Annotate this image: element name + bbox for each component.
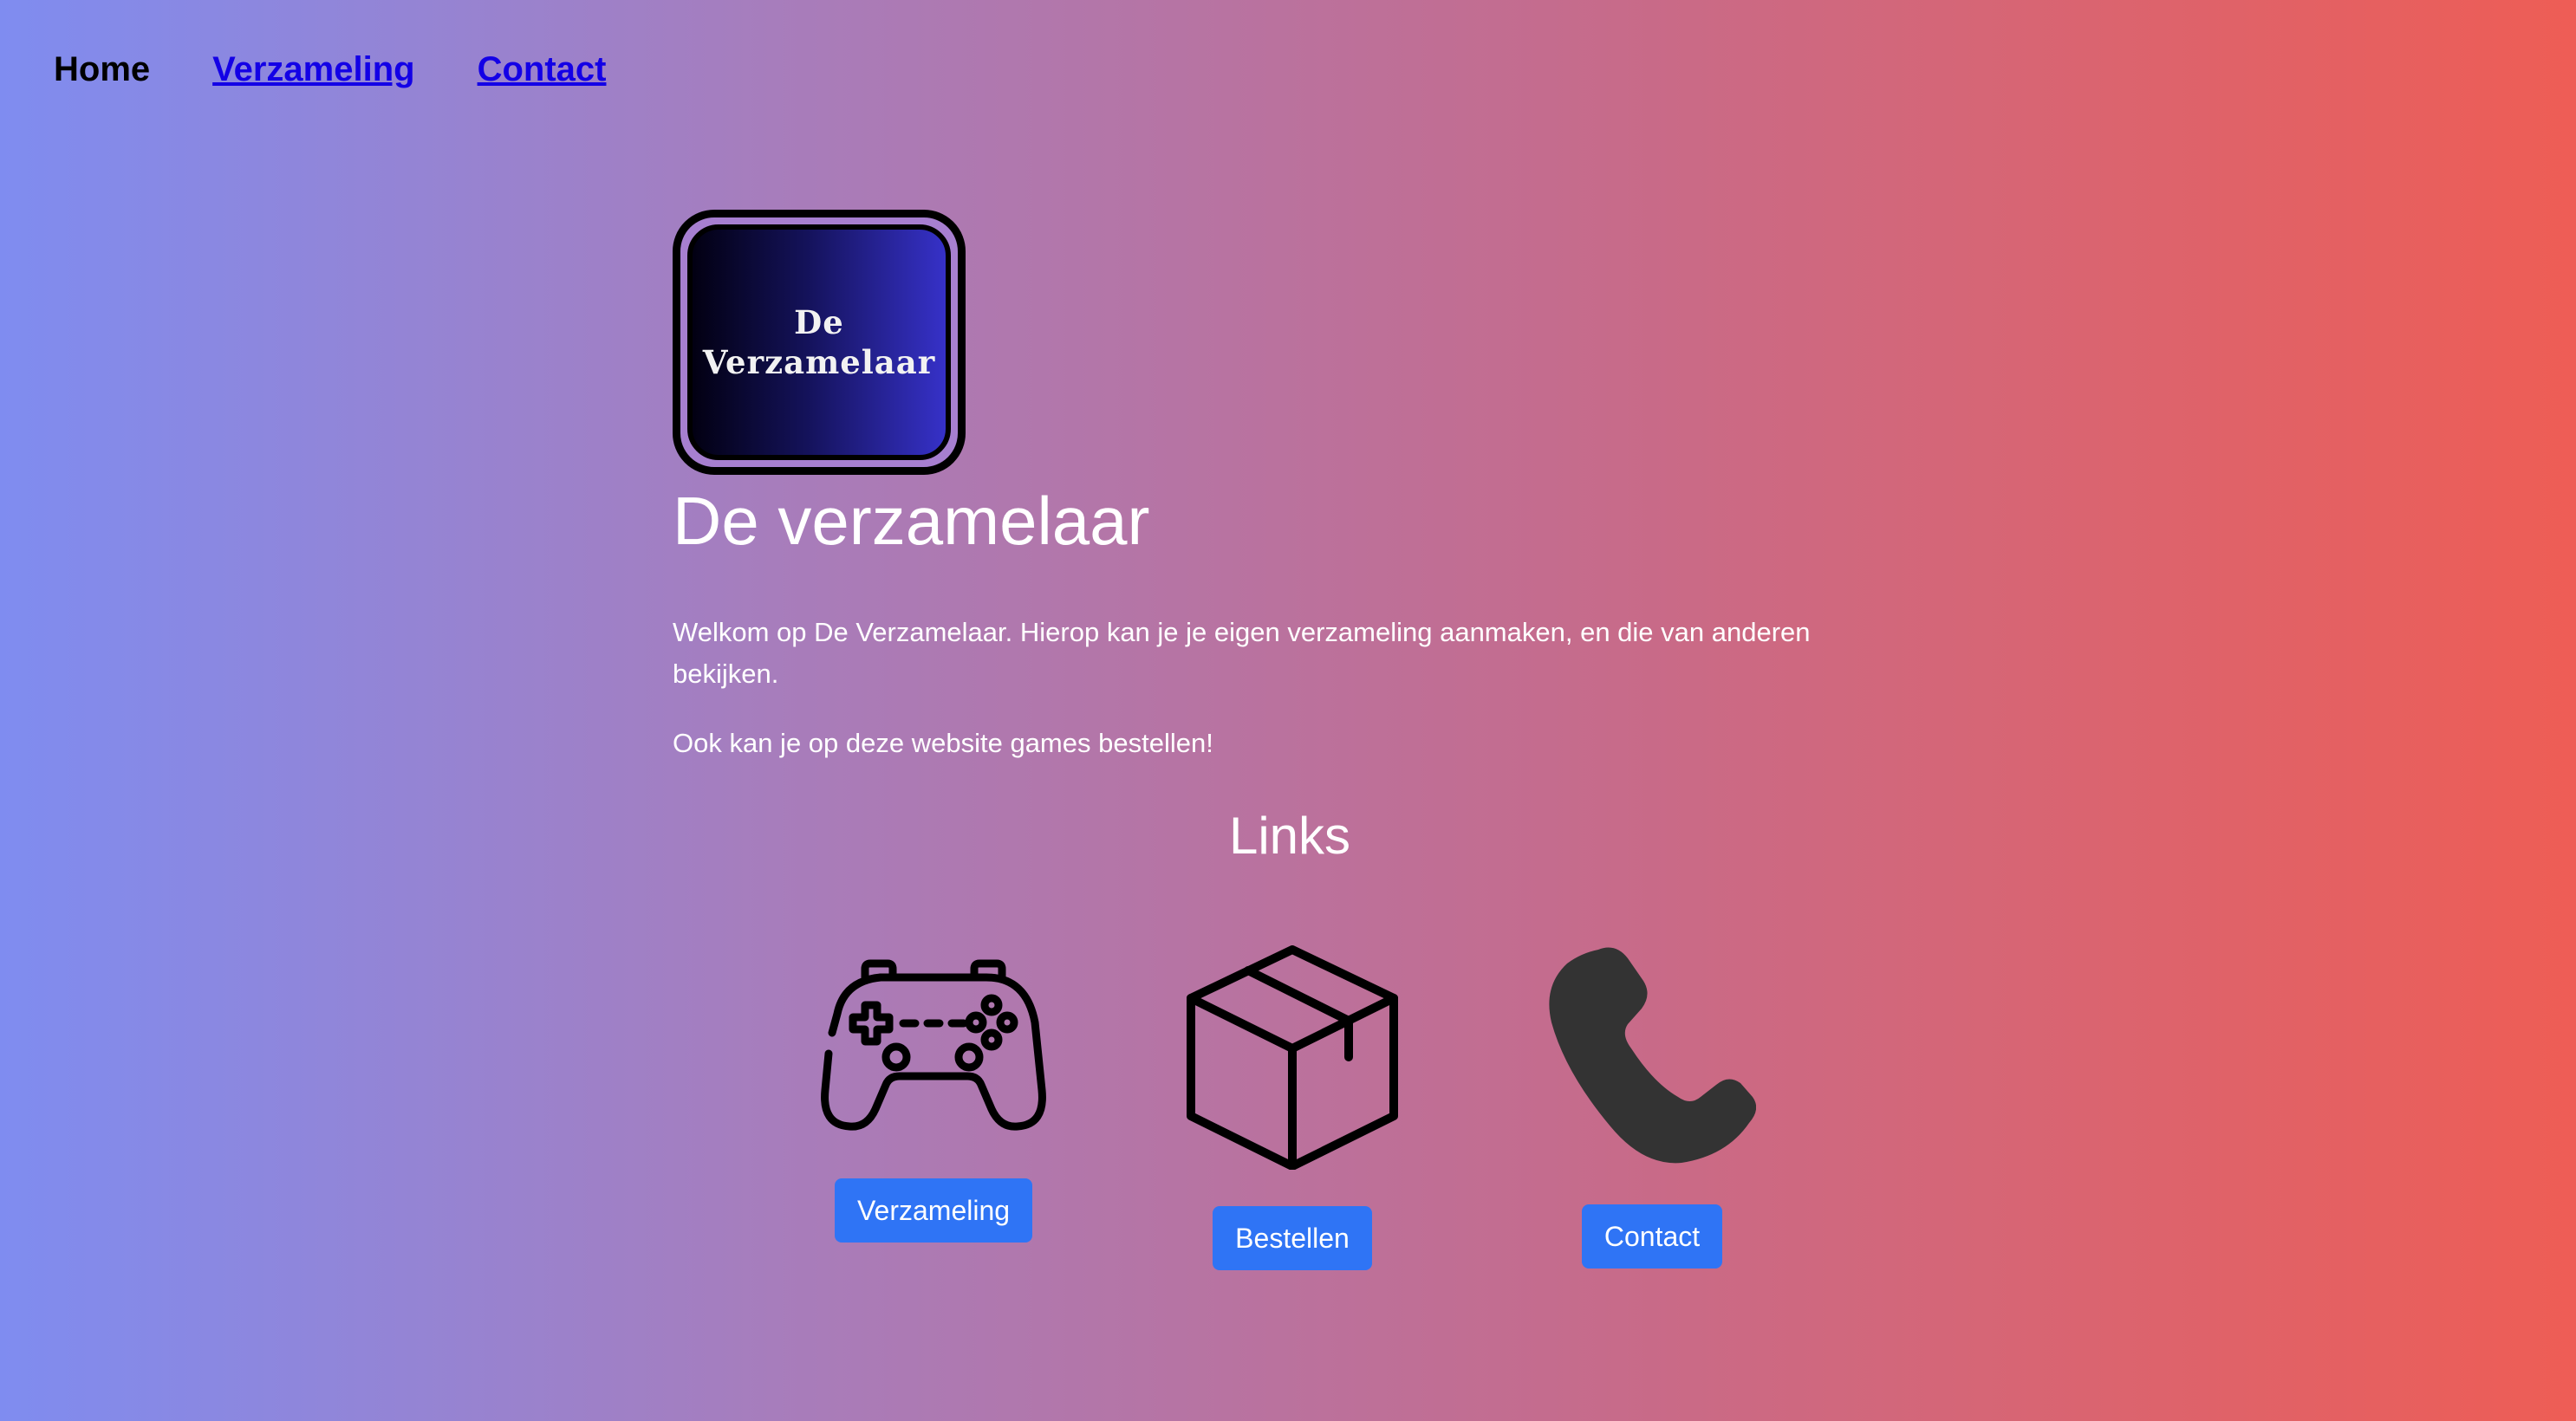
link-card-contact: Contact <box>1548 944 1756 1269</box>
gamepad-icon[interactable] <box>820 944 1047 1133</box>
link-card-verzameling: Verzameling <box>820 944 1047 1243</box>
top-nav: Home Verzameling Contact <box>54 50 606 89</box>
verzameling-button[interactable]: Verzameling <box>834 1178 1033 1243</box>
box-icon[interactable] <box>1184 944 1401 1170</box>
intro-paragraph: Welkom op De Verzamelaar. Hierop kan je … <box>673 617 1811 689</box>
logo-line-1: De <box>794 303 844 341</box>
nav-contact-link[interactable]: Contact <box>478 50 607 89</box>
order-paragraph: Ook kan je op deze website games bestell… <box>673 728 1213 758</box>
nav-home-link[interactable]: Home <box>54 50 150 89</box>
page-title: De verzamelaar <box>673 483 1150 559</box>
logo-badge: De Verzamelaar <box>687 224 951 460</box>
link-card-bestellen: Bestellen <box>1184 944 1401 1270</box>
logo-line-2: Verzamelaar <box>702 343 936 381</box>
main-content: De Verzamelaar De verzamelaar Welkom op … <box>673 210 1907 866</box>
contact-button[interactable]: Contact <box>1581 1204 1723 1269</box>
bestellen-button[interactable]: Bestellen <box>1213 1206 1372 1270</box>
site-logo: De Verzamelaar <box>673 210 966 475</box>
phone-icon[interactable] <box>1548 944 1756 1170</box>
nav-verzameling-link[interactable]: Verzameling <box>212 50 414 89</box>
links-heading: Links <box>1228 807 1351 865</box>
links-section: Verzameling Bestellen Contact <box>0 944 2576 1274</box>
logo-text: De Verzamelaar <box>703 302 936 382</box>
